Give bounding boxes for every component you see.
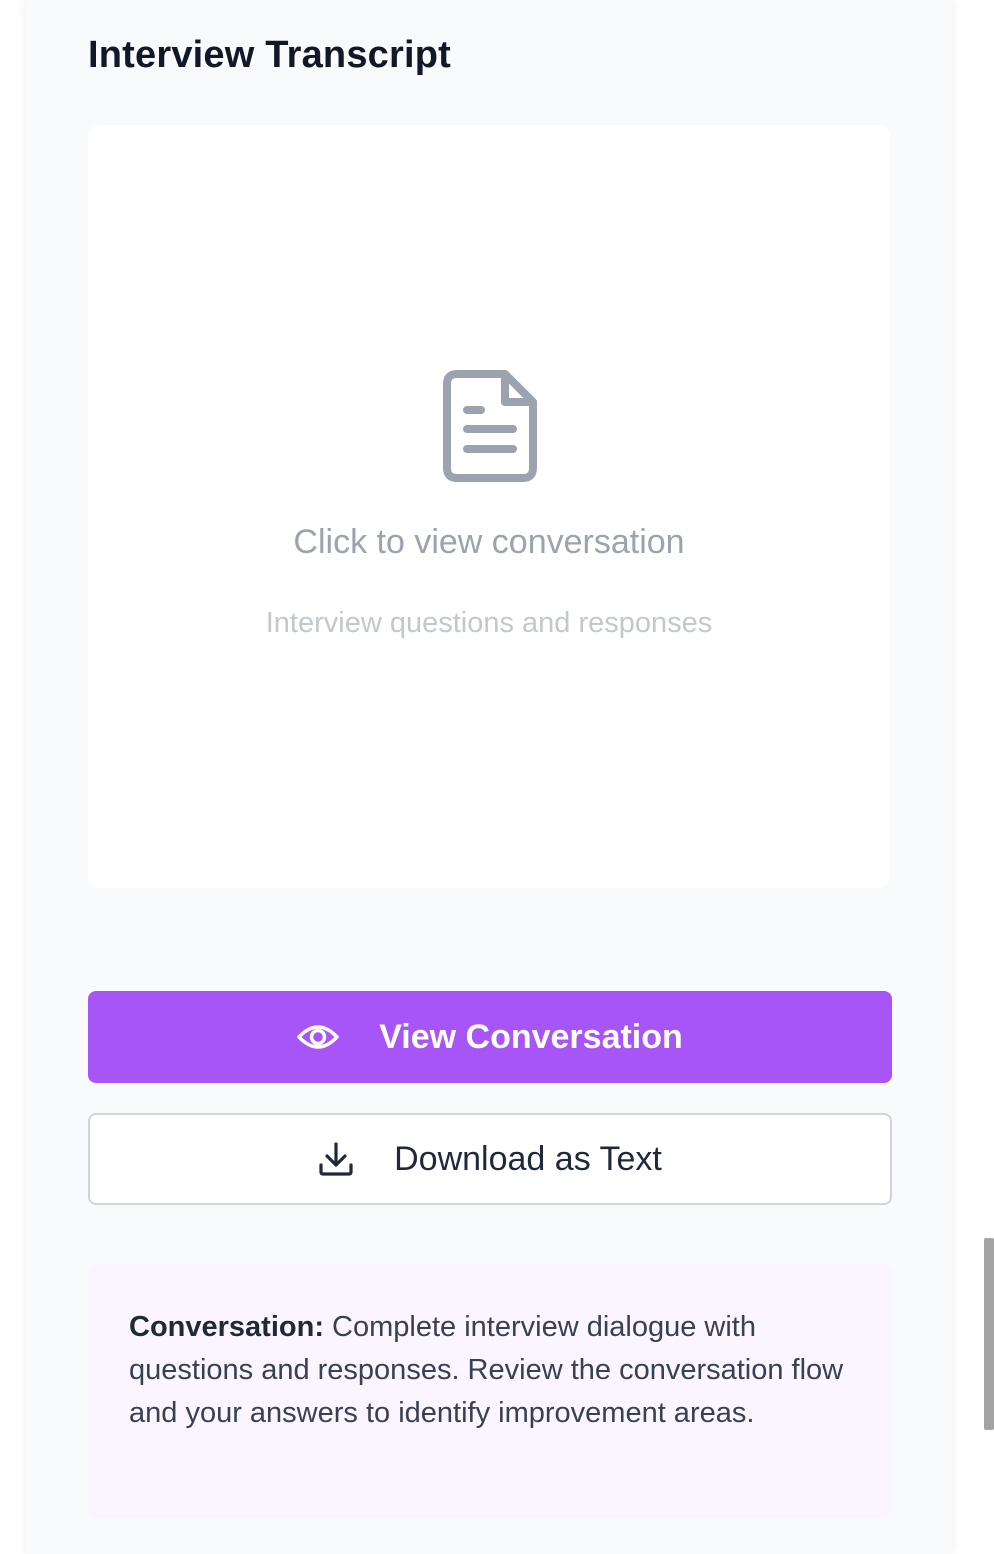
- scrollbar-thumb[interactable]: [984, 1238, 994, 1430]
- preview-subtitle: Interview questions and responses: [265, 607, 713, 639]
- download-text-label: Download as Text: [394, 1139, 662, 1178]
- page: Interview Transcript Click to view conve…: [0, 0, 994, 1554]
- conversation-info-box: Conversation: Complete interview dialogu…: [88, 1264, 892, 1518]
- eye-icon: [297, 1025, 339, 1049]
- preview-title: Click to view conversation: [293, 523, 685, 561]
- view-conversation-button[interactable]: View Conversation: [88, 991, 892, 1083]
- transcript-panel: Interview Transcript Click to view conve…: [26, 0, 952, 1554]
- document-icon: [443, 370, 537, 482]
- section-title: Interview Transcript: [88, 34, 452, 76]
- download-text-button[interactable]: Download as Text: [88, 1113, 892, 1205]
- conversation-preview-card[interactable]: Click to view conversation Interview que…: [88, 125, 890, 888]
- view-conversation-label: View Conversation: [379, 1017, 683, 1056]
- download-icon: [319, 1142, 353, 1176]
- info-label: Conversation:: [129, 1311, 324, 1343]
